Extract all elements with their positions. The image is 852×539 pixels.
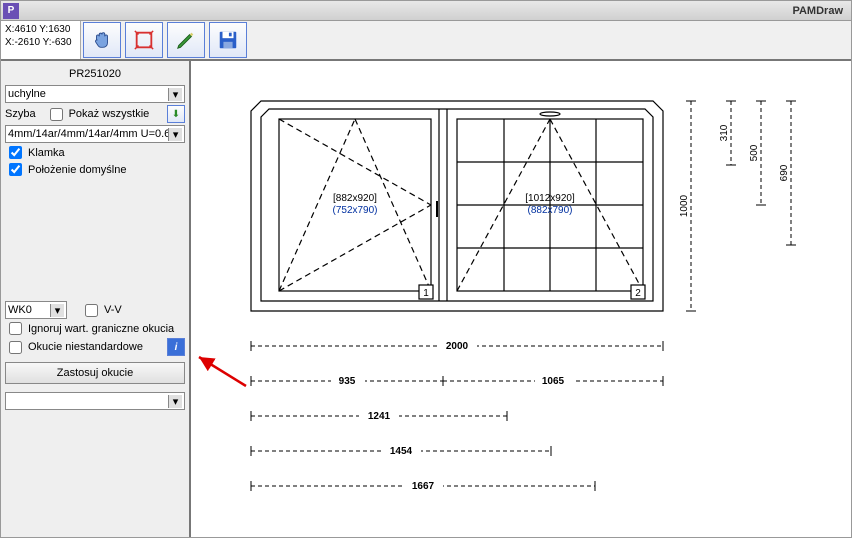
titlebar: P PAMDraw [1,1,851,21]
glass-select[interactable]: 4mm/14ar/4mm/14ar/4mm U=0.6 ▾ [5,125,185,143]
pane1-number: 1 [423,288,429,299]
pane2-sub: (882x790) [527,205,572,216]
nonstd-label: Okucie niestandardowe [28,341,143,353]
klamka-label: Klamka [28,147,65,159]
dim-690: 690 [779,164,790,181]
dim-310: 310 [719,124,730,141]
hand-icon [91,29,113,51]
coordinates-readout: X:4610 Y:1630 X:-2610 Y:-630 [1,21,81,59]
toolbar: X:4610 Y:1630 X:-2610 Y:-630 [1,21,851,61]
dim-1667: 1667 [412,481,435,492]
pane2-number: 2 [635,288,641,299]
download-icon: ⬇ [172,109,180,120]
dim-935: 935 [339,376,356,387]
apply-button[interactable]: Zastosuj okucie [5,362,185,384]
dim-1454: 1454 [390,446,413,457]
klamka-checkbox[interactable] [9,146,22,159]
fit-icon [133,29,155,51]
dim-1000: 1000 [679,194,690,217]
ignore-limits-label: Ignoruj wart. graniczne okucia [28,323,174,335]
dim-1241: 1241 [368,411,391,422]
dim-2000: 2000 [446,341,469,352]
coords-line1: X:4610 Y:1630 [5,23,76,36]
coords-line2: X:-2610 Y:-630 [5,36,76,49]
edit-tool-button[interactable] [167,22,205,58]
chevron-down-icon[interactable]: ▾ [168,128,182,141]
fit-tool-button[interactable] [125,22,163,58]
dim-1065: 1065 [542,376,565,387]
polozenie-label: Położenie domyślne [28,164,126,176]
wk-select-value: WK0 [8,304,32,316]
pan-tool-button[interactable] [83,22,121,58]
chevron-down-icon[interactable]: ▾ [168,88,182,101]
dim-500: 500 [749,144,760,161]
type-select[interactable]: uchylne ▾ [5,85,185,103]
show-all-label: Pokaż wszystkie [69,108,150,120]
vv-checkbox[interactable] [85,304,98,317]
szyba-label: Szyba [5,108,36,120]
pane1-sub: (752x790) [332,205,377,216]
app-icon: P [3,3,19,19]
save-tool-button[interactable] [209,22,247,58]
extra-select[interactable]: ▾ [5,392,185,410]
vv-label: V-V [104,304,122,316]
polozenie-checkbox[interactable] [9,163,22,176]
sidebar: PR251020 uchylne ▾ Szyba Pokaż wszystkie… [1,61,191,537]
pane1-dim: [882x920] [333,193,377,204]
glass-select-value: 4mm/14ar/4mm/14ar/4mm U=0.6 [8,128,168,140]
show-all-checkbox[interactable] [50,108,63,121]
wk-select[interactable]: WK0 ▾ [5,301,67,319]
app-title: PAMDraw [792,5,849,17]
type-select-value: uchylne [8,88,46,100]
pencil-icon [175,29,197,51]
info-button[interactable]: i [167,338,185,356]
chevron-down-icon[interactable]: ▾ [50,304,64,317]
pane2-dim: [1012x920] [525,193,575,204]
nonstd-checkbox[interactable] [9,341,22,354]
drawing-canvas[interactable]: 1 2 [882x920] (752x790) [1012x920] (882x… [191,61,851,537]
project-heading: PR251020 [5,65,185,83]
ignore-limits-checkbox[interactable] [9,322,22,335]
chevron-down-icon[interactable]: ▾ [168,395,182,408]
glass-download-button[interactable]: ⬇ [167,105,185,123]
save-icon [217,29,239,51]
